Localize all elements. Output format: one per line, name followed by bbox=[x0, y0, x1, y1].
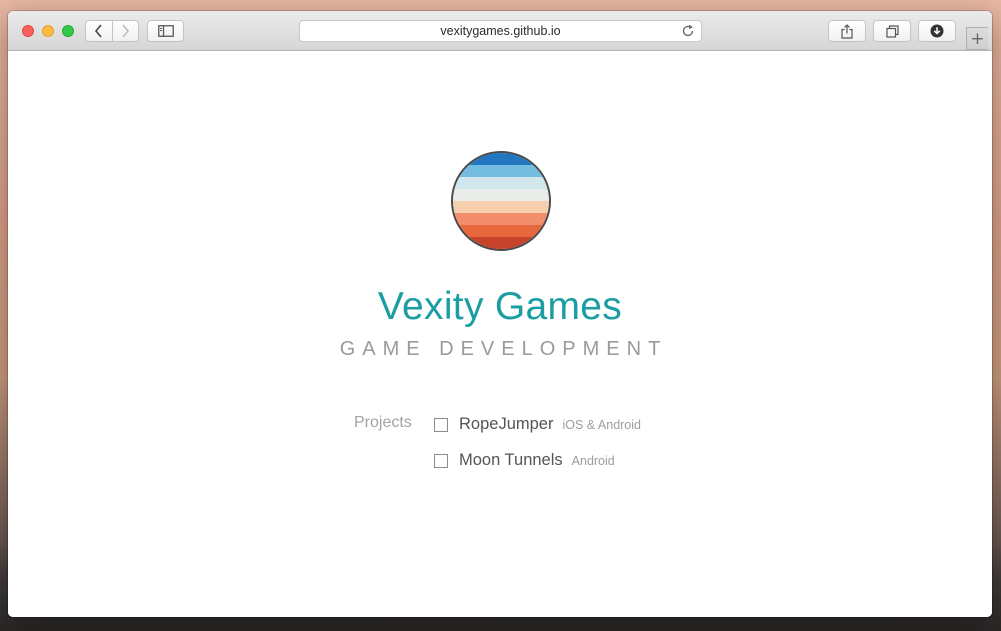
downloads-button[interactable] bbox=[918, 20, 956, 42]
browser-window: vexitygames.github.io Vexity Games GAME … bbox=[8, 11, 992, 617]
download-icon bbox=[930, 24, 944, 38]
site-title: Vexity Games bbox=[377, 285, 623, 328]
tabs-overview-icon bbox=[885, 24, 899, 38]
forward-button[interactable] bbox=[111, 21, 139, 41]
url-text: vexitygames.github.io bbox=[440, 24, 561, 38]
share-icon bbox=[841, 23, 853, 39]
project-platform: iOS & Android bbox=[562, 417, 641, 432]
site-tagline: GAME DEVELOPMENT bbox=[339, 338, 668, 360]
new-tab-button[interactable]: + bbox=[966, 27, 988, 50]
project-item[interactable]: Moon Tunnels Android bbox=[434, 451, 615, 470]
logo-stripe bbox=[453, 213, 549, 225]
project-checkbox[interactable] bbox=[434, 453, 448, 468]
browser-toolbar: vexitygames.github.io bbox=[8, 11, 992, 51]
project-item[interactable]: RopeJumper iOS & Android bbox=[434, 415, 641, 434]
site-logo bbox=[451, 151, 551, 251]
logo-stripe bbox=[453, 153, 549, 165]
fullscreen-window-button[interactable] bbox=[62, 25, 74, 37]
logo-stripe bbox=[453, 177, 549, 189]
address-bar[interactable]: vexitygames.github.io bbox=[299, 20, 702, 42]
page-content: Vexity Games GAME DEVELOPMENT Projects R… bbox=[8, 51, 992, 617]
logo-stripe bbox=[453, 201, 549, 213]
project-checkbox[interactable] bbox=[434, 417, 448, 432]
reload-icon[interactable] bbox=[681, 24, 695, 38]
project-platform: Android bbox=[571, 453, 615, 468]
project-name[interactable]: Moon Tunnels bbox=[459, 451, 563, 470]
project-name[interactable]: RopeJumper bbox=[459, 415, 553, 434]
tab-overview-button[interactable] bbox=[873, 20, 911, 42]
chevron-left-icon bbox=[94, 24, 102, 38]
logo-stripe bbox=[453, 237, 549, 249]
close-window-button[interactable] bbox=[22, 25, 34, 37]
projects-label: Projects bbox=[354, 414, 412, 431]
navigation-buttons bbox=[85, 20, 139, 42]
sidebar-icon bbox=[157, 25, 174, 37]
logo-stripe bbox=[453, 189, 549, 201]
logo-stripe bbox=[453, 165, 549, 177]
logo-stripe bbox=[453, 225, 549, 237]
share-button[interactable] bbox=[828, 20, 866, 42]
chevron-right-icon bbox=[122, 24, 130, 38]
sidebar-toggle-button[interactable] bbox=[147, 20, 184, 42]
back-button[interactable] bbox=[86, 21, 112, 41]
minimize-window-button[interactable] bbox=[42, 25, 54, 37]
